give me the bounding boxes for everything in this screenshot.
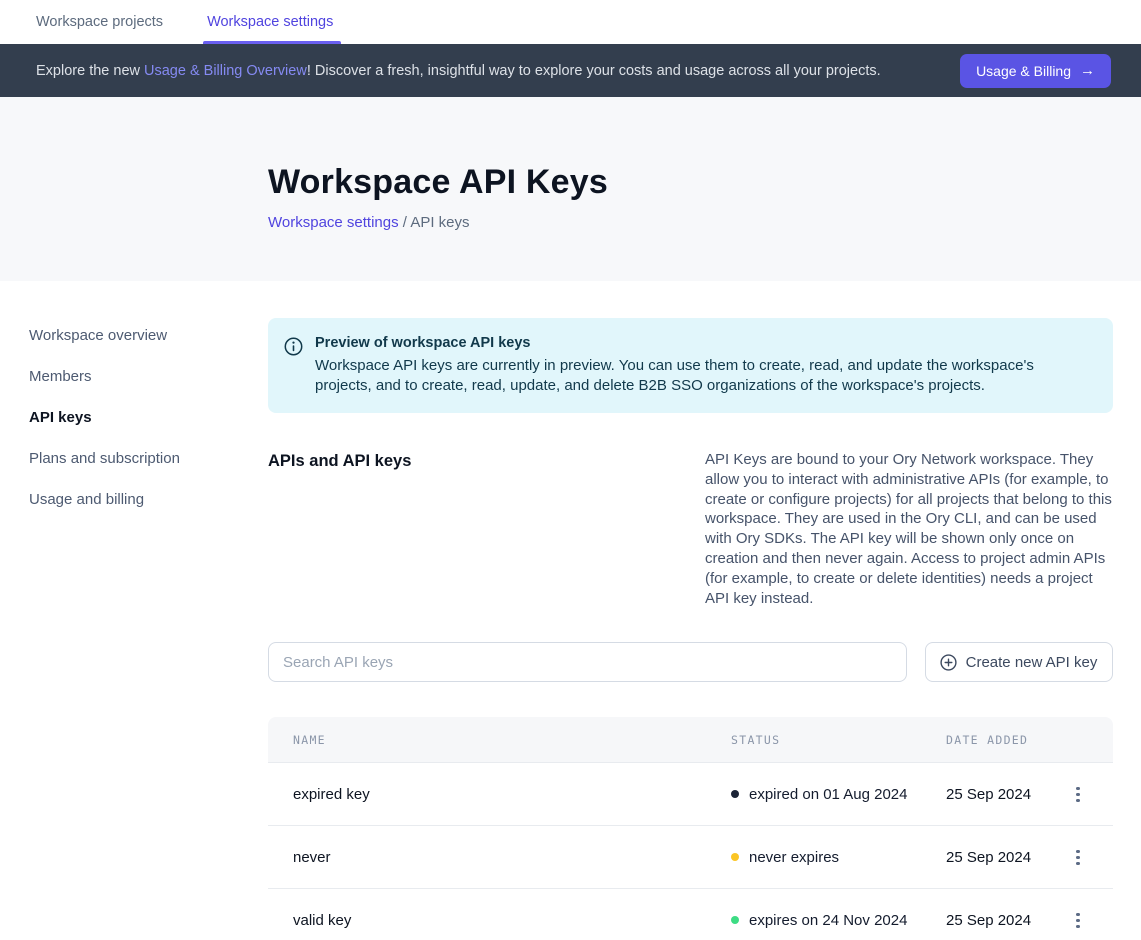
arrow-right-icon: →: [1080, 62, 1095, 79]
api-keys-table: NAME STATUS DATE ADDED expired key expir…: [268, 717, 1113, 940]
usage-billing-button-label: Usage & Billing: [976, 63, 1071, 79]
table-header-row: NAME STATUS DATE ADDED: [268, 717, 1113, 763]
breadcrumb: Workspace settings / API keys: [268, 214, 1141, 231]
breadcrumb-workspace-settings-link[interactable]: Workspace settings: [268, 214, 399, 231]
api-key-status: never expires: [731, 849, 946, 866]
plus-circle-icon: [940, 654, 957, 671]
announcement-banner: Explore the new Usage & Billing Overview…: [0, 44, 1141, 97]
sidebar-item-api-keys[interactable]: API keys: [29, 401, 268, 434]
sidebar-item-usage-billing[interactable]: Usage and billing: [29, 483, 268, 516]
sidebar-item-plans-subscription[interactable]: Plans and subscription: [29, 442, 268, 475]
banner-text-after: ! Discover a fresh, insightful way to ex…: [307, 63, 881, 79]
api-keys-section: APIs and API keys API Keys are bound to …: [268, 450, 1113, 608]
date-added: 25 Sep 2024: [946, 912, 1071, 929]
callout-title: Preview of workspace API keys: [315, 335, 1089, 351]
page-body: Workspace overview Members API keys Plan…: [0, 281, 1141, 940]
status-text: expired on 01 Aug 2024: [749, 786, 907, 803]
create-api-key-button-label: Create new API key: [966, 654, 1098, 671]
usage-billing-button[interactable]: Usage & Billing →: [960, 54, 1111, 88]
settings-sidebar: Workspace overview Members API keys Plan…: [0, 281, 268, 940]
banner-text-before: Explore the new: [36, 63, 144, 79]
row-actions-kebab-icon[interactable]: [1071, 783, 1085, 807]
column-header-name: NAME: [268, 733, 731, 747]
section-description: API Keys are bound to your Ory Network w…: [705, 450, 1113, 608]
row-actions-kebab-icon[interactable]: [1071, 846, 1085, 870]
table-row: valid key expires on 24 Nov 2024 25 Sep …: [268, 889, 1113, 940]
date-added: 25 Sep 2024: [946, 786, 1071, 803]
main-content: Preview of workspace API keys Workspace …: [268, 281, 1141, 940]
sidebar-item-workspace-overview[interactable]: Workspace overview: [29, 319, 268, 352]
api-key-name: never: [268, 849, 731, 866]
api-key-status: expired on 01 Aug 2024: [731, 786, 946, 803]
callout-body: Workspace API keys are currently in prev…: [315, 356, 1089, 396]
date-added: 25 Sep 2024: [946, 849, 1071, 866]
top-navigation: Workspace projects Workspace settings: [0, 0, 1141, 44]
status-text: never expires: [749, 849, 839, 866]
api-keys-toolbar: Create new API key: [268, 642, 1113, 682]
table-row: never never expires 25 Sep 2024: [268, 826, 1113, 889]
section-heading: APIs and API keys: [268, 450, 705, 608]
tab-workspace-settings[interactable]: Workspace settings: [207, 0, 333, 44]
preview-callout: Preview of workspace API keys Workspace …: [268, 318, 1113, 413]
breadcrumb-separator: /: [403, 214, 407, 231]
callout-content: Preview of workspace API keys Workspace …: [315, 335, 1089, 396]
search-input[interactable]: [268, 642, 907, 682]
status-dot-valid: [731, 916, 739, 924]
status-text: expires on 24 Nov 2024: [749, 912, 907, 929]
banner-usage-billing-link[interactable]: Usage & Billing Overview: [144, 63, 307, 79]
api-key-status: expires on 24 Nov 2024: [731, 912, 946, 929]
api-key-name: valid key: [268, 912, 731, 929]
create-api-key-button[interactable]: Create new API key: [925, 642, 1113, 682]
column-header-status: STATUS: [731, 733, 946, 747]
page-header: Workspace API Keys Workspace settings / …: [0, 97, 1141, 281]
sidebar-item-members[interactable]: Members: [29, 360, 268, 393]
table-row: expired key expired on 01 Aug 2024 25 Se…: [268, 763, 1113, 826]
banner-message: Explore the new Usage & Billing Overview…: [36, 63, 960, 79]
info-circle-icon: [284, 337, 303, 396]
status-dot-never-expires: [731, 853, 739, 861]
tab-workspace-projects[interactable]: Workspace projects: [36, 0, 163, 44]
breadcrumb-current: API keys: [410, 214, 469, 231]
row-actions-kebab-icon[interactable]: [1071, 909, 1085, 933]
status-dot-expired: [731, 790, 739, 798]
api-key-name: expired key: [268, 786, 731, 803]
column-header-date-added: DATE ADDED: [946, 733, 1071, 747]
page-title: Workspace API Keys: [268, 163, 1141, 202]
